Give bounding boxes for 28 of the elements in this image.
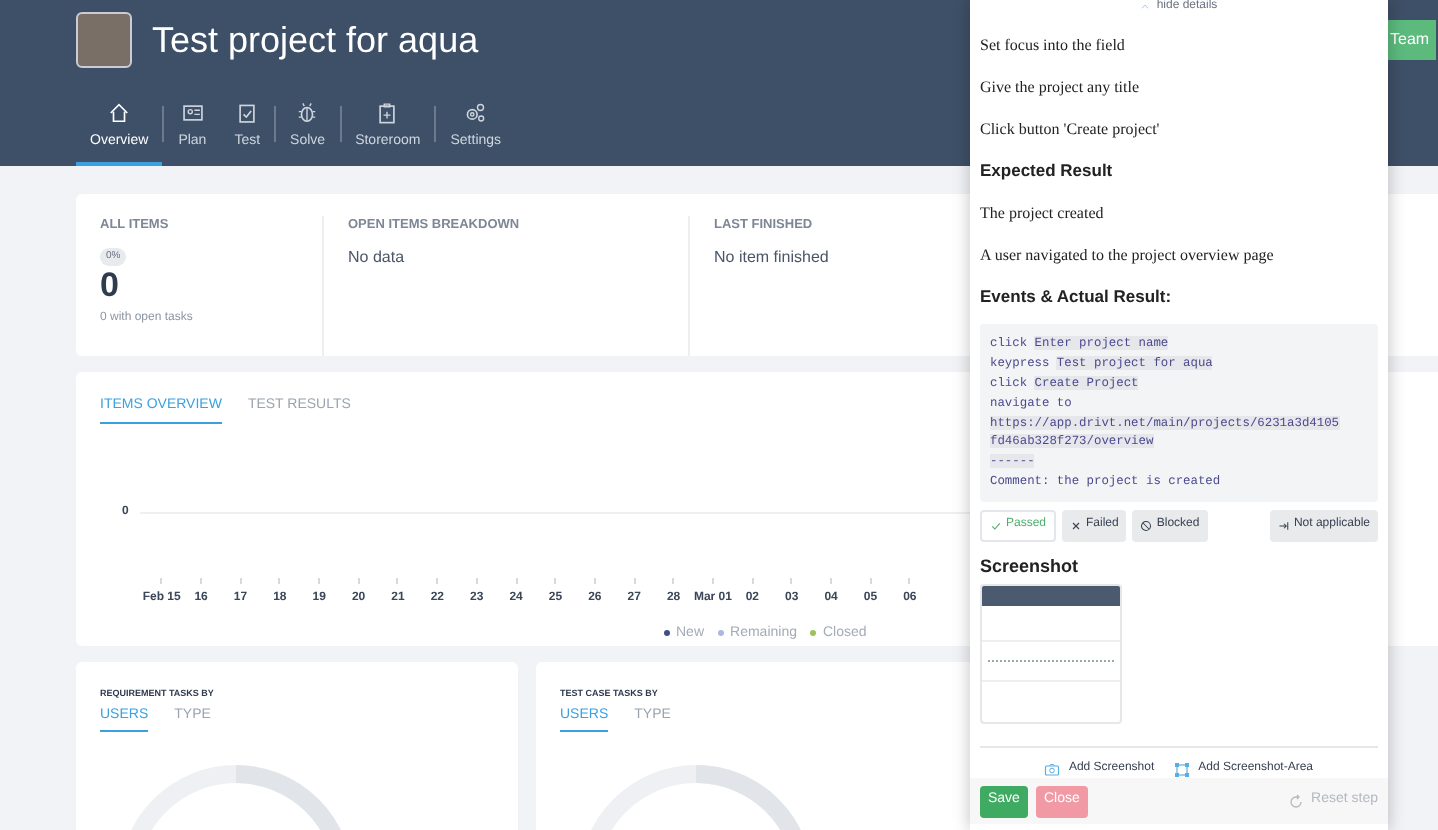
section-heading: Expected Result [980, 158, 1113, 185]
step-text: Set focus into the field [980, 34, 1125, 59]
stat-value: No item finished [714, 245, 829, 270]
blocked-icon [1140, 519, 1153, 532]
id-card-icon [181, 101, 204, 123]
stat-value: 0 [100, 268, 119, 303]
skip-arrow-icon [1277, 519, 1290, 532]
screenshot-thumbnail[interactable] [980, 584, 1122, 725]
stat-value: No data [348, 245, 405, 270]
project-photo-placeholder [76, 12, 132, 68]
close-icon [1070, 519, 1083, 532]
step-text: Give the project any title [980, 76, 1140, 101]
reset-icon [1287, 793, 1304, 810]
house-icon [108, 101, 131, 123]
project-title: Test project for aqua [152, 22, 479, 58]
bug-icon [296, 101, 319, 123]
section-heading: Screenshot [980, 553, 1081, 580]
check-icon [990, 519, 1002, 532]
crop-area-icon [1174, 761, 1191, 778]
clipboard-check-icon [236, 101, 259, 123]
chevron-up-icon [1140, 1, 1151, 12]
camera-icon [1044, 761, 1061, 778]
section-heading: Events & Actual Result: [980, 284, 1172, 311]
step-text: Click button 'Create project' [980, 118, 1160, 143]
expected-text: A user navigated to the project overview page [980, 244, 1274, 269]
box-icon [376, 101, 399, 123]
expected-text: The project created [980, 202, 1104, 227]
gears-icon [464, 101, 487, 123]
